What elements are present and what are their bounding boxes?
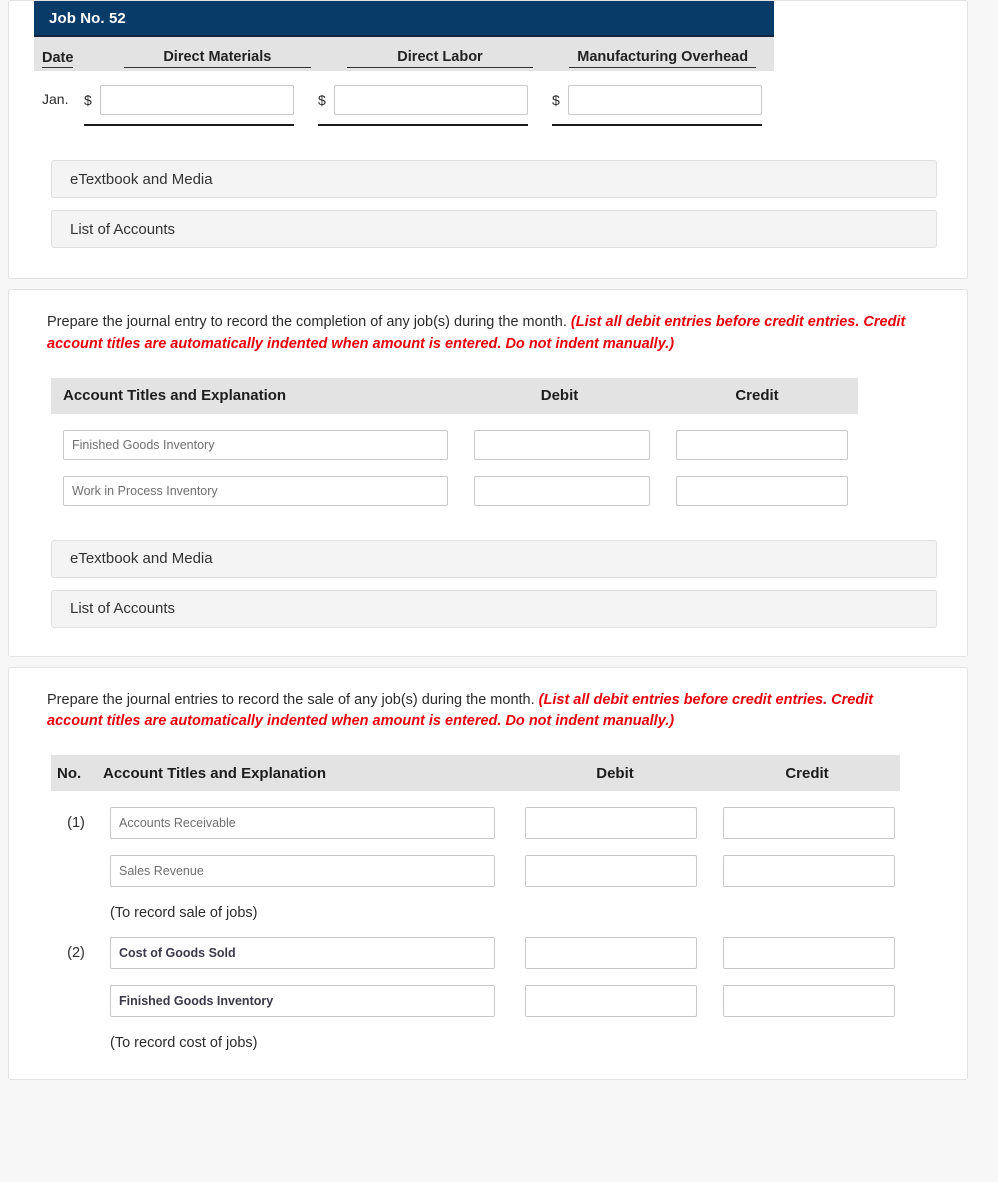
sale-credit-cell-1-0: [723, 807, 895, 839]
sale-credit-input-1-1[interactable]: [723, 855, 895, 887]
job-sheet-data-row: Jan. $ $ $: [34, 71, 774, 126]
completion-header-credit: Credit: [735, 387, 779, 404]
job-sheet-header-bar: Job No. 52: [34, 1, 774, 37]
list-of-accounts-button-1[interactable]: List of Accounts: [51, 210, 937, 248]
sale-instruction-main: Prepare the journal entries to record th…: [47, 691, 535, 708]
etextbook-and-media-label-2: eTextbook and Media: [70, 550, 213, 567]
sale-credit-cell-1-1: [723, 855, 895, 887]
sale-account-cell-1-0: [110, 807, 495, 839]
sale-account-input-1-1[interactable]: [110, 855, 495, 887]
completion-account-input-1[interactable]: [63, 475, 448, 506]
completion-header-account: Account Titles and Explanation: [63, 387, 287, 404]
sale-journal-table: No. Account Titles and Explanation Debit…: [9, 755, 967, 1051]
completion-credit-input-1[interactable]: [676, 475, 848, 506]
completion-header-debit: Debit: [540, 387, 579, 404]
sale-debit-cell-1-0: [525, 807, 697, 839]
sale-credit-cell-2-1: [723, 985, 895, 1017]
etextbook-and-media-button-2[interactable]: eTextbook and Media: [51, 539, 937, 578]
completion-journal-table: Account Titles and Explanation Debit Cre…: [9, 377, 967, 506]
completion-debit-cell-0: [474, 429, 650, 460]
column-header-direct-labor: Direct Labor: [329, 49, 552, 71]
table-row: (1): [51, 791, 967, 839]
table-row: [51, 839, 967, 887]
sale-header-debit: Debit: [596, 764, 634, 782]
job-cost-sheet-table: Job No. 52 Date Direct Materials Direct …: [9, 1, 967, 126]
sale-entry-note-1: (To record sale of jobs): [110, 905, 258, 921]
completion-credit-input-0[interactable]: [676, 429, 848, 460]
job-card-action-buttons: eTextbook and Media List of Accounts: [9, 160, 967, 248]
completion-card-action-buttons: eTextbook and Media List of Accounts: [9, 539, 967, 628]
completion-credit-cell-0: [676, 429, 848, 460]
sale-account-input-2-1[interactable]: [110, 985, 495, 1017]
completion-credit-cell-1: [676, 475, 848, 506]
sale-debit-input-1-1[interactable]: [525, 855, 697, 887]
direct-materials-cell: $: [72, 85, 306, 126]
completion-debit-input-1[interactable]: [474, 475, 650, 506]
sale-debit-input-2-1[interactable]: [525, 985, 697, 1017]
sale-credit-input-1-0[interactable]: [723, 807, 895, 839]
list-of-accounts-label-1: List of Accounts: [70, 220, 176, 238]
completion-entry-card: Prepare the journal entry to record the …: [8, 289, 968, 657]
column-header-direct-materials: Direct Materials: [106, 49, 329, 71]
table-row: [51, 414, 967, 460]
direct-materials-input[interactable]: [100, 85, 294, 115]
completion-account-cell-0: [63, 429, 448, 460]
sale-account-cell-2-0: [110, 937, 495, 969]
sale-debit-input-2-0[interactable]: [525, 937, 697, 969]
job-number-title: Job No. 52: [49, 9, 126, 27]
sale-debit-cell-2-0: [525, 937, 697, 969]
sale-entry-card: Prepare the journal entries to record th…: [8, 666, 968, 1080]
worksheet-page: Job No. 52 Date Direct Materials Direct …: [0, 0, 998, 1182]
sale-credit-input-2-0[interactable]: [723, 937, 895, 969]
row-date-label: Jan.: [42, 91, 69, 107]
sale-debit-cell-2-1: [525, 985, 697, 1017]
sale-instruction: Prepare the journal entries to record th…: [9, 690, 967, 734]
job-sheet-column-headers: Date Direct Materials Direct Labor Manuf…: [34, 37, 774, 71]
sale-table-header: No. Account Titles and Explanation Debit…: [51, 755, 900, 791]
completion-instruction: Prepare the journal entry to record the …: [9, 312, 967, 356]
completion-account-cell-1: [63, 475, 448, 506]
completion-account-input-0[interactable]: [63, 429, 448, 460]
sale-debit-cell-1-1: [525, 855, 697, 887]
job-cost-sheet-card: Job No. 52 Date Direct Materials Direct …: [8, 0, 968, 279]
sale-account-input-1-0[interactable]: [110, 807, 495, 839]
manufacturing-overhead-cell: $: [540, 85, 774, 126]
direct-labor-cell: $: [306, 85, 540, 126]
sale-credit-input-2-1[interactable]: [723, 985, 895, 1017]
sale-header-no: No.: [57, 764, 82, 782]
column-header-manufacturing-overhead: Manufacturing Overhead: [551, 49, 774, 71]
sale-header-credit: Credit: [785, 764, 829, 782]
sale-debit-input-1-0[interactable]: [525, 807, 697, 839]
table-row: [51, 460, 967, 506]
sale-credit-cell-2-0: [723, 937, 895, 969]
list-of-accounts-button-2[interactable]: List of Accounts: [51, 589, 937, 628]
list-of-accounts-label-2: List of Accounts: [70, 600, 176, 617]
completion-debit-input-0[interactable]: [474, 429, 650, 460]
completion-debit-cell-1: [474, 475, 650, 506]
sale-account-input-2-0[interactable]: [110, 937, 495, 969]
table-row: (2): [51, 921, 967, 969]
column-header-date: Date: [42, 50, 74, 68]
completion-instruction-main: Prepare the journal entry to record the …: [47, 314, 567, 330]
dollar-sign-direct-materials: $: [84, 92, 92, 108]
sale-account-cell-2-1: [110, 985, 495, 1017]
etextbook-and-media-label-1: eTextbook and Media: [70, 170, 213, 188]
sale-entry-note-2: (To record cost of jobs): [110, 1035, 258, 1051]
direct-labor-input[interactable]: [334, 85, 528, 115]
sale-header-account: Account Titles and Explanation: [103, 764, 327, 782]
completion-table-header: Account Titles and Explanation Debit Cre…: [51, 377, 858, 414]
sale-entry-number-1: (1): [67, 815, 85, 831]
table-row: [51, 969, 967, 1017]
etextbook-and-media-button-1[interactable]: eTextbook and Media: [51, 160, 937, 198]
dollar-sign-direct-labor: $: [318, 92, 326, 108]
sale-entry-number-2: (2): [67, 945, 85, 961]
sale-account-cell-1-1: [110, 855, 495, 887]
manufacturing-overhead-input[interactable]: [568, 85, 762, 115]
dollar-sign-manufacturing-overhead: $: [552, 92, 560, 108]
